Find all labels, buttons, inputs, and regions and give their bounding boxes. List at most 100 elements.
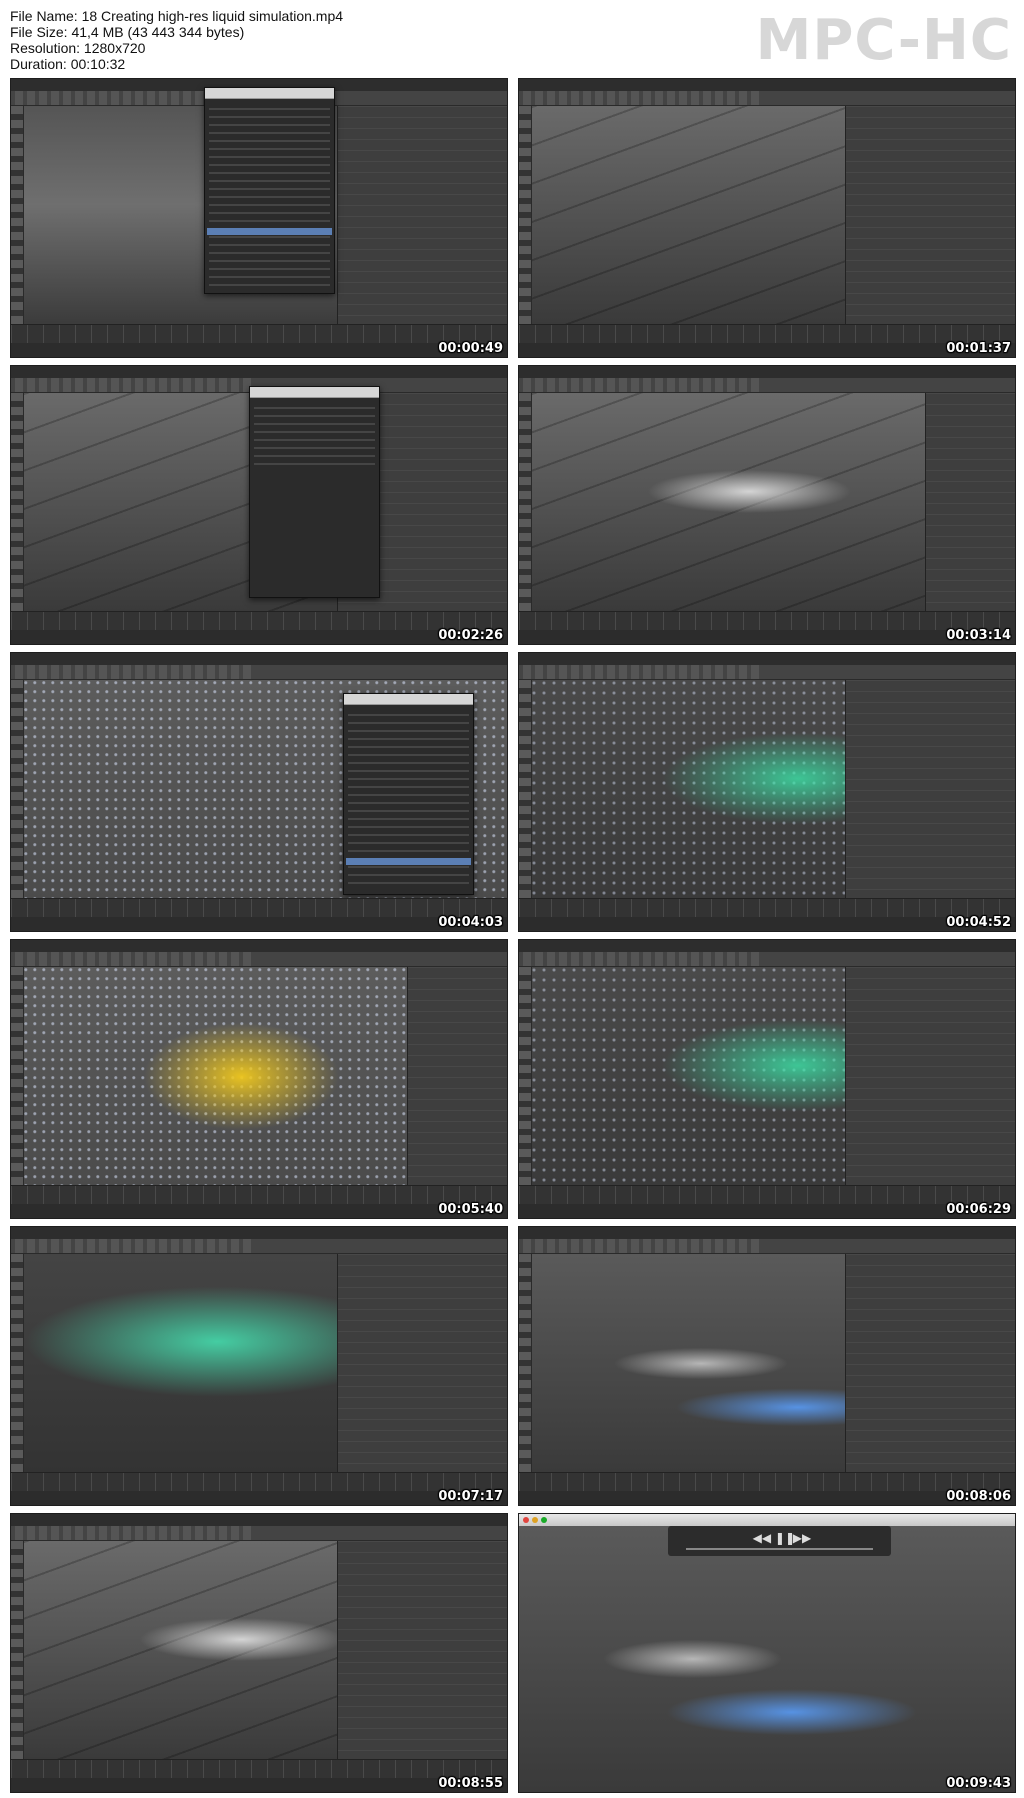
toolbar: [11, 665, 507, 680]
time-slider: [519, 1185, 1015, 1204]
thumbnail-tile[interactable]: 00:08:55: [10, 1513, 508, 1793]
outliner-title-bar: [205, 88, 335, 99]
range-slider: [11, 917, 507, 931]
thumbnail-tile[interactable]: 00:02:26: [10, 365, 508, 645]
thumbnail-tile[interactable]: 00:08:06: [518, 1226, 1016, 1506]
toolbar: [11, 1526, 507, 1541]
resolution: Resolution: 1280x720: [10, 40, 146, 56]
channel-box: [406, 967, 507, 1186]
timestamp: 00:01:37: [946, 341, 1011, 356]
time-slider: [11, 1472, 507, 1491]
timestamp: 00:00:49: [438, 341, 503, 356]
tool-box: [11, 1254, 24, 1473]
attribute-editor: [845, 680, 1015, 899]
outliner-rows: [254, 407, 376, 467]
range-slider: [11, 630, 507, 644]
timestamp: 00:04:03: [438, 915, 503, 930]
toolbar: [519, 665, 1015, 680]
time-slider: [519, 611, 1015, 630]
mpc-hc-logo: MPC-HC: [755, 8, 1012, 73]
viewport: [519, 1526, 1015, 1792]
close-icon[interactable]: [523, 1517, 529, 1523]
range-slider: [519, 1204, 1015, 1218]
tool-box: [519, 393, 532, 612]
zoom-icon[interactable]: [541, 1517, 547, 1523]
attribute-editor: [845, 967, 1015, 1186]
outliner-selected-row: [207, 228, 333, 235]
fast-forward-icon[interactable]: ▶▶: [793, 1531, 811, 1545]
tool-box: [11, 1541, 24, 1760]
thumbnail-tile[interactable]: 00:04:03: [10, 652, 508, 932]
time-slider: [519, 898, 1015, 917]
thumbnail-tile[interactable]: 00:04:52: [518, 652, 1016, 932]
outliner-window: [343, 693, 475, 895]
thumbnail-tile[interactable]: 00:00:49: [10, 78, 508, 358]
range-slider: [11, 1778, 507, 1792]
tool-box: [11, 393, 24, 612]
toolbar: [11, 1239, 507, 1254]
minimize-icon[interactable]: [532, 1517, 538, 1523]
tool-box: [519, 967, 532, 1186]
time-slider: [11, 324, 507, 343]
timestamp: 00:08:06: [946, 1489, 1011, 1504]
time-slider: [519, 324, 1015, 343]
rewind-icon[interactable]: ◀◀: [753, 1531, 771, 1545]
thumbnail-tile[interactable]: 00:05:40: [10, 939, 508, 1219]
outliner-window: [204, 87, 336, 294]
range-slider: [519, 917, 1015, 931]
playback-scrubber[interactable]: [685, 1548, 874, 1550]
toolbar: [519, 952, 1015, 967]
time-slider: [11, 1759, 507, 1778]
range-slider: [519, 343, 1015, 357]
timestamp: 00:04:52: [946, 915, 1011, 930]
time-slider: [11, 1185, 507, 1204]
attribute-editor: [845, 106, 1015, 325]
time-slider: [519, 1472, 1015, 1491]
tool-box: [11, 106, 24, 325]
time-slider: [11, 611, 507, 630]
tool-box: [519, 1254, 532, 1473]
toolbar: [11, 952, 507, 967]
range-slider: [519, 630, 1015, 644]
tool-box: [519, 680, 532, 899]
timestamp: 00:07:17: [438, 1489, 503, 1504]
attribute-editor: [337, 106, 507, 325]
file-info: File Name: 18 Creating high-res liquid s…: [10, 8, 343, 72]
toolbar: [519, 1239, 1015, 1254]
attribute-editor: [337, 1254, 507, 1473]
attribute-editor: [845, 1254, 1015, 1473]
file-name: File Name: 18 Creating high-res liquid s…: [10, 8, 344, 24]
range-slider: [11, 343, 507, 357]
duration: Duration: 00:10:32: [10, 56, 126, 72]
thumbnail-tile[interactable]: ◀◀ ❚❚ ▶▶ 00:09:43: [518, 1513, 1016, 1793]
thumbnail-tile[interactable]: 00:01:37: [518, 78, 1016, 358]
thumbnail-tile[interactable]: 00:06:29: [518, 939, 1016, 1219]
thumbnail-tile[interactable]: 00:07:17: [10, 1226, 508, 1506]
tool-box: [11, 680, 24, 899]
toolbar: [519, 91, 1015, 106]
tool-box: [519, 106, 532, 325]
range-slider: [11, 1204, 507, 1218]
range-slider: [11, 1491, 507, 1505]
toolbar: [519, 378, 1015, 393]
channel-box: [924, 393, 1015, 612]
time-slider: [11, 898, 507, 917]
outliner-selected-row: [346, 858, 472, 865]
thumbnail-grid: 00:00:49 00:01:37 00:02:26 00:03:14 00:0…: [10, 78, 1016, 1794]
outliner-rows: [209, 108, 331, 287]
timestamp: 00:03:14: [946, 628, 1011, 643]
range-slider: [519, 1491, 1015, 1505]
timestamp: 00:09:43: [946, 1776, 1011, 1791]
outliner-title-bar: [250, 387, 380, 398]
timestamp: 00:08:55: [438, 1776, 503, 1791]
timestamp: 00:05:40: [438, 1202, 503, 1217]
outliner-window: [249, 386, 381, 598]
timestamp: 00:06:29: [946, 1202, 1011, 1217]
tool-box: [11, 967, 24, 1186]
thumbnail-tile[interactable]: 00:03:14: [518, 365, 1016, 645]
outliner-title-bar: [344, 694, 474, 705]
timestamp: 00:02:26: [438, 628, 503, 643]
file-size: File Size: 41,4 MB (43 443 344 bytes): [10, 24, 245, 40]
attribute-editor: [337, 1541, 507, 1760]
playback-controls[interactable]: ◀◀ ❚❚ ▶▶: [667, 1526, 891, 1556]
